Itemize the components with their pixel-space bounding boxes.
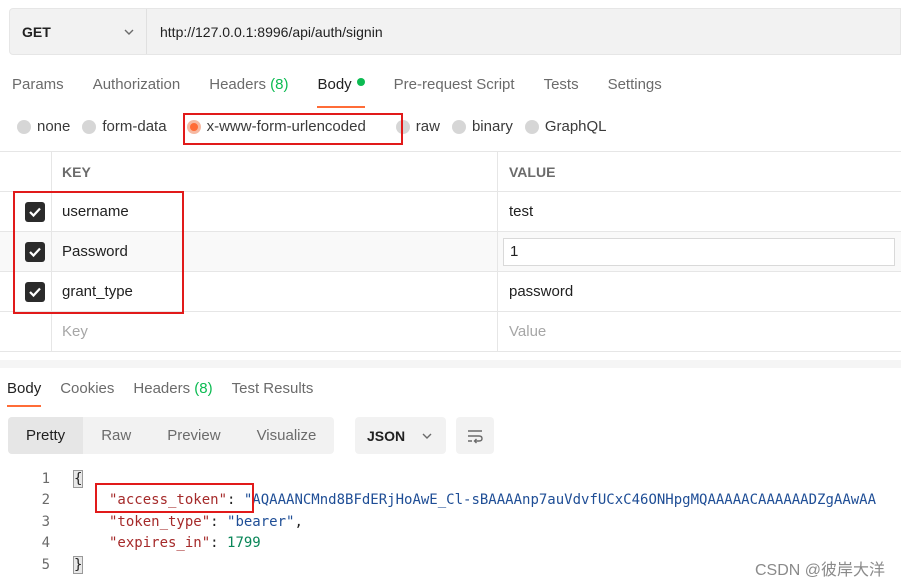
res-tab-body[interactable]: Body bbox=[7, 380, 42, 407]
param-value[interactable]: password bbox=[498, 272, 901, 311]
code-line: 3 "token_type": "bearer", bbox=[0, 511, 901, 533]
json-value-token-type: "bearer" bbox=[227, 513, 295, 530]
highlight-box-body-type bbox=[183, 113, 403, 145]
radio-icon bbox=[17, 119, 31, 134]
res-headers-count: (8) bbox=[194, 380, 213, 397]
section-divider bbox=[0, 360, 901, 368]
table-header-row: KEY VALUE bbox=[0, 152, 901, 192]
view-raw-button[interactable]: Raw bbox=[83, 417, 149, 454]
column-header-value: VALUE bbox=[509, 163, 556, 180]
json-value-access-token: "AQAAANCMnd8BFdERjHoAwE_Cl-sBAAAAnp7auVd… bbox=[243, 492, 877, 509]
radio-icon bbox=[451, 119, 466, 134]
view-pretty-button[interactable]: Pretty bbox=[8, 417, 84, 454]
close-brace: } bbox=[72, 555, 84, 574]
chevron-down-icon bbox=[124, 29, 134, 35]
method-label: GET bbox=[22, 23, 51, 40]
headers-count: (8) bbox=[270, 76, 289, 93]
view-preview-button[interactable]: Preview bbox=[149, 417, 238, 454]
radio-graphql[interactable]: GraphQL bbox=[524, 118, 607, 135]
json-key-expires-in: "expires_in" bbox=[109, 535, 211, 552]
json-value-expires-in: 1799 bbox=[227, 535, 261, 552]
res-tab-test-results[interactable]: Test Results bbox=[232, 380, 314, 397]
radio-icon bbox=[82, 119, 97, 134]
line-number: 3 bbox=[41, 513, 50, 530]
body-active-dot-icon bbox=[356, 78, 365, 86]
highlight-box-access-token bbox=[95, 483, 254, 513]
method-select[interactable]: GET bbox=[10, 9, 147, 54]
param-value-input[interactable]: 1 bbox=[503, 237, 895, 266]
view-visualize-button[interactable]: Visualize bbox=[239, 417, 335, 454]
format-label: JSON bbox=[367, 427, 406, 444]
tab-headers[interactable]: Headers (8) bbox=[209, 76, 288, 100]
line-number: 2 bbox=[41, 492, 50, 509]
column-header-key: KEY bbox=[52, 152, 498, 191]
radio-form-data[interactable]: form-data bbox=[82, 118, 167, 135]
wrap-lines-button[interactable] bbox=[456, 417, 494, 454]
tab-authorization[interactable]: Authorization bbox=[93, 76, 181, 100]
view-mode-group: Pretty Raw Preview Visualize bbox=[8, 417, 335, 454]
line-number: 1 bbox=[41, 470, 50, 487]
tab-pre-request-script[interactable]: Pre-request Script bbox=[394, 76, 515, 100]
url-input[interactable]: http://127.0.0.1:8996/api/auth/signin bbox=[147, 24, 383, 40]
radio-binary[interactable]: binary bbox=[451, 118, 513, 135]
watermark: CSDN @彼岸大洋 bbox=[754, 562, 885, 579]
code-line: 4 "expires_in": 1799 bbox=[0, 533, 901, 555]
line-number: 5 bbox=[41, 556, 50, 573]
request-tabs: Params Authorization Headers (8) Body Pr… bbox=[12, 76, 691, 108]
param-value-placeholder[interactable]: Value bbox=[498, 312, 901, 351]
tab-tests[interactable]: Tests bbox=[544, 76, 579, 100]
tab-params[interactable]: Params bbox=[12, 76, 64, 100]
chevron-down-icon bbox=[422, 433, 432, 439]
res-tab-cookies[interactable]: Cookies bbox=[60, 380, 114, 397]
param-value[interactable]: test bbox=[498, 192, 901, 231]
table-row-empty: Key Value bbox=[0, 312, 901, 352]
line-number: 4 bbox=[41, 535, 50, 552]
url-bar: GET http://127.0.0.1:8996/api/auth/signi… bbox=[9, 8, 901, 55]
response-tabs: Body Cookies Headers (8) Test Results bbox=[7, 380, 332, 407]
tab-settings[interactable]: Settings bbox=[608, 76, 662, 100]
tab-body[interactable]: Body bbox=[317, 76, 365, 108]
param-key-placeholder[interactable]: Key bbox=[52, 312, 498, 351]
format-select[interactable]: JSON bbox=[355, 417, 446, 454]
json-key-token-type: "token_type" bbox=[109, 513, 211, 530]
radio-icon bbox=[524, 119, 539, 134]
wrap-lines-icon bbox=[468, 429, 483, 443]
res-tab-headers[interactable]: Headers (8) bbox=[133, 380, 212, 397]
radio-none[interactable]: none bbox=[17, 118, 70, 135]
highlight-box-params bbox=[13, 191, 184, 314]
open-brace: { bbox=[72, 469, 84, 488]
